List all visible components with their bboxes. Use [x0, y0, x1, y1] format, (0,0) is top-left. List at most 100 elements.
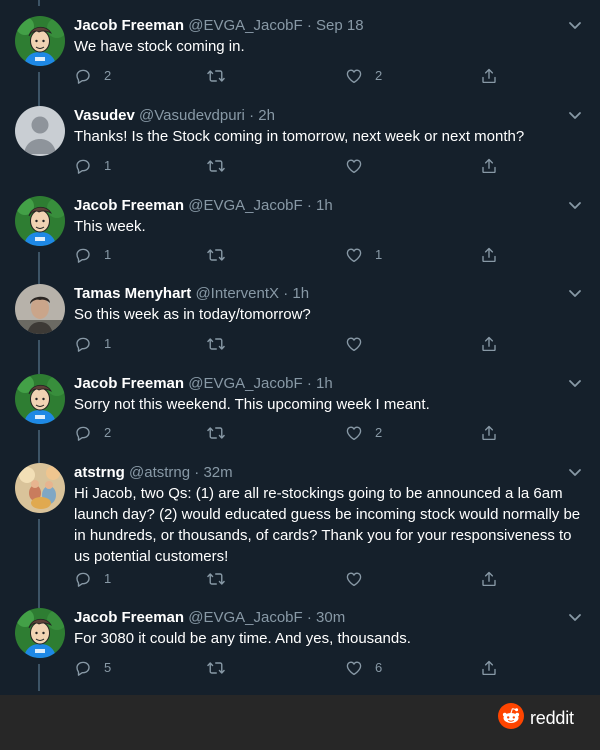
- display-name[interactable]: atstrng: [74, 464, 125, 481]
- share-icon: [480, 424, 498, 442]
- retweet-button[interactable]: [206, 658, 238, 678]
- tweet[interactable]: Jacob Freeman @EVGA_JacobF · 1h This wee…: [0, 196, 600, 284]
- heart-icon: [345, 157, 363, 175]
- tweet[interactable]: Jacob Freeman @EVGA_JacobF · Sep 18 We h…: [0, 0, 600, 106]
- timestamp[interactable]: 1h: [316, 197, 333, 214]
- cartoon-avatar-icon[interactable]: [15, 196, 65, 246]
- reddit-logo-icon: [498, 702, 524, 734]
- thread-connector: [38, 252, 40, 284]
- like-button[interactable]: 2: [345, 66, 382, 86]
- reply-button[interactable]: 1: [74, 156, 111, 176]
- reply-button[interactable]: 1: [74, 569, 111, 589]
- user-handle[interactable]: @EVGA_JacobF: [188, 375, 302, 392]
- thread-connector: [38, 519, 40, 608]
- retweet-icon: [206, 659, 226, 677]
- like-button[interactable]: [345, 156, 375, 176]
- timestamp[interactable]: 1h: [316, 375, 333, 392]
- photo-avatar-icon[interactable]: [15, 463, 65, 513]
- photo-avatar-icon[interactable]: [15, 284, 65, 334]
- share-button[interactable]: [480, 66, 498, 86]
- reply-count: 1: [104, 247, 112, 262]
- separator-dot: ·: [194, 464, 200, 481]
- display-name[interactable]: Jacob Freeman: [74, 609, 184, 626]
- chevron-down-icon[interactable]: [565, 18, 585, 34]
- retweet-icon: [206, 246, 226, 264]
- thread-connector: [38, 72, 40, 106]
- share-button[interactable]: [480, 245, 498, 265]
- reddit-footer-bar: reddit: [0, 695, 600, 750]
- share-button[interactable]: [480, 569, 498, 589]
- cartoon-avatar-icon[interactable]: [15, 16, 65, 66]
- display-name[interactable]: Tamas Menyhart: [74, 285, 191, 302]
- share-icon: [480, 157, 498, 175]
- reply-button[interactable]: 5: [74, 658, 111, 678]
- like-count: 2: [375, 68, 383, 83]
- chevron-down-icon[interactable]: [565, 286, 585, 302]
- reply-button[interactable]: 1: [74, 245, 111, 265]
- user-handle[interactable]: @InterventX: [195, 285, 279, 302]
- share-button[interactable]: [480, 658, 498, 678]
- tweet-actions: 2 2: [74, 66, 514, 86]
- user-handle[interactable]: @EVGA_JacobF: [188, 197, 302, 214]
- tweet-header: Vasudev @Vasudevdpuri · 2h: [74, 106, 275, 126]
- tweet[interactable]: Jacob Freeman @EVGA_JacobF · 30m For 308…: [0, 608, 600, 695]
- thread-connector: [38, 0, 40, 6]
- retweet-button[interactable]: [206, 245, 238, 265]
- share-icon: [480, 67, 498, 85]
- reply-button[interactable]: 2: [74, 66, 111, 86]
- user-handle[interactable]: @atstrng: [129, 464, 190, 481]
- retweet-button[interactable]: [206, 569, 238, 589]
- reply-button[interactable]: 1: [74, 334, 111, 354]
- share-button[interactable]: [480, 334, 498, 354]
- like-button[interactable]: 6: [345, 658, 382, 678]
- tweet[interactable]: Jacob Freeman @EVGA_JacobF · 1h Sorry no…: [0, 374, 600, 463]
- default-avatar-icon[interactable]: [15, 106, 65, 156]
- chevron-down-icon[interactable]: [565, 376, 585, 392]
- tweet[interactable]: Tamas Menyhart @InterventX · 1h So this …: [0, 284, 600, 374]
- retweet-button[interactable]: [206, 156, 238, 176]
- reply-count: 2: [104, 68, 112, 83]
- share-button[interactable]: [480, 423, 498, 443]
- reply-button[interactable]: 2: [74, 423, 111, 443]
- user-handle[interactable]: @EVGA_JacobF: [188, 17, 302, 34]
- cartoon-avatar-icon[interactable]: [15, 608, 65, 658]
- user-handle[interactable]: @EVGA_JacobF: [188, 609, 302, 626]
- timestamp[interactable]: 30m: [316, 609, 345, 626]
- retweet-button[interactable]: [206, 66, 238, 86]
- retweet-icon: [206, 335, 226, 353]
- timestamp[interactable]: 1h: [292, 285, 309, 302]
- timestamp[interactable]: 2h: [258, 107, 275, 124]
- chevron-down-icon[interactable]: [565, 610, 585, 626]
- cartoon-avatar-icon[interactable]: [15, 374, 65, 424]
- tweet-actions: 1: [74, 334, 514, 354]
- tweet-header: Jacob Freeman @EVGA_JacobF · 30m: [74, 608, 345, 628]
- chevron-down-icon[interactable]: [565, 198, 585, 214]
- tweet-actions: 5 6: [74, 658, 514, 678]
- tweet-text: So this week as in today/tomorrow?: [74, 306, 311, 323]
- retweet-button[interactable]: [206, 423, 238, 443]
- tweet[interactable]: Vasudev @Vasudevdpuri · 2h Thanks! Is th…: [0, 106, 600, 196]
- tweet-header: Jacob Freeman @EVGA_JacobF · 1h: [74, 196, 333, 216]
- display-name[interactable]: Jacob Freeman: [74, 197, 184, 214]
- display-name[interactable]: Vasudev: [74, 107, 135, 124]
- share-button[interactable]: [480, 156, 498, 176]
- chevron-down-icon[interactable]: [565, 465, 585, 481]
- like-button[interactable]: 1: [345, 245, 382, 265]
- display-name[interactable]: Jacob Freeman: [74, 17, 184, 34]
- separator-dot: ·: [306, 17, 312, 34]
- tweet-text: Thanks! Is the Stock coming in tomorrow,…: [74, 128, 525, 145]
- heart-icon: [345, 570, 363, 588]
- tweet[interactable]: atstrng @atstrng · 32m Hi Jacob, two Qs:…: [0, 463, 600, 608]
- like-button[interactable]: [345, 569, 375, 589]
- like-button[interactable]: 2: [345, 423, 382, 443]
- reply-count: 1: [104, 336, 112, 351]
- timestamp[interactable]: Sep 18: [316, 17, 364, 34]
- user-handle[interactable]: @Vasudevdpuri: [139, 107, 245, 124]
- retweet-button[interactable]: [206, 334, 238, 354]
- timestamp[interactable]: 32m: [203, 464, 232, 481]
- chevron-down-icon[interactable]: [565, 108, 585, 124]
- like-button[interactable]: [345, 334, 375, 354]
- share-icon: [480, 570, 498, 588]
- reddit-brand[interactable]: reddit: [498, 702, 574, 734]
- display-name[interactable]: Jacob Freeman: [74, 375, 184, 392]
